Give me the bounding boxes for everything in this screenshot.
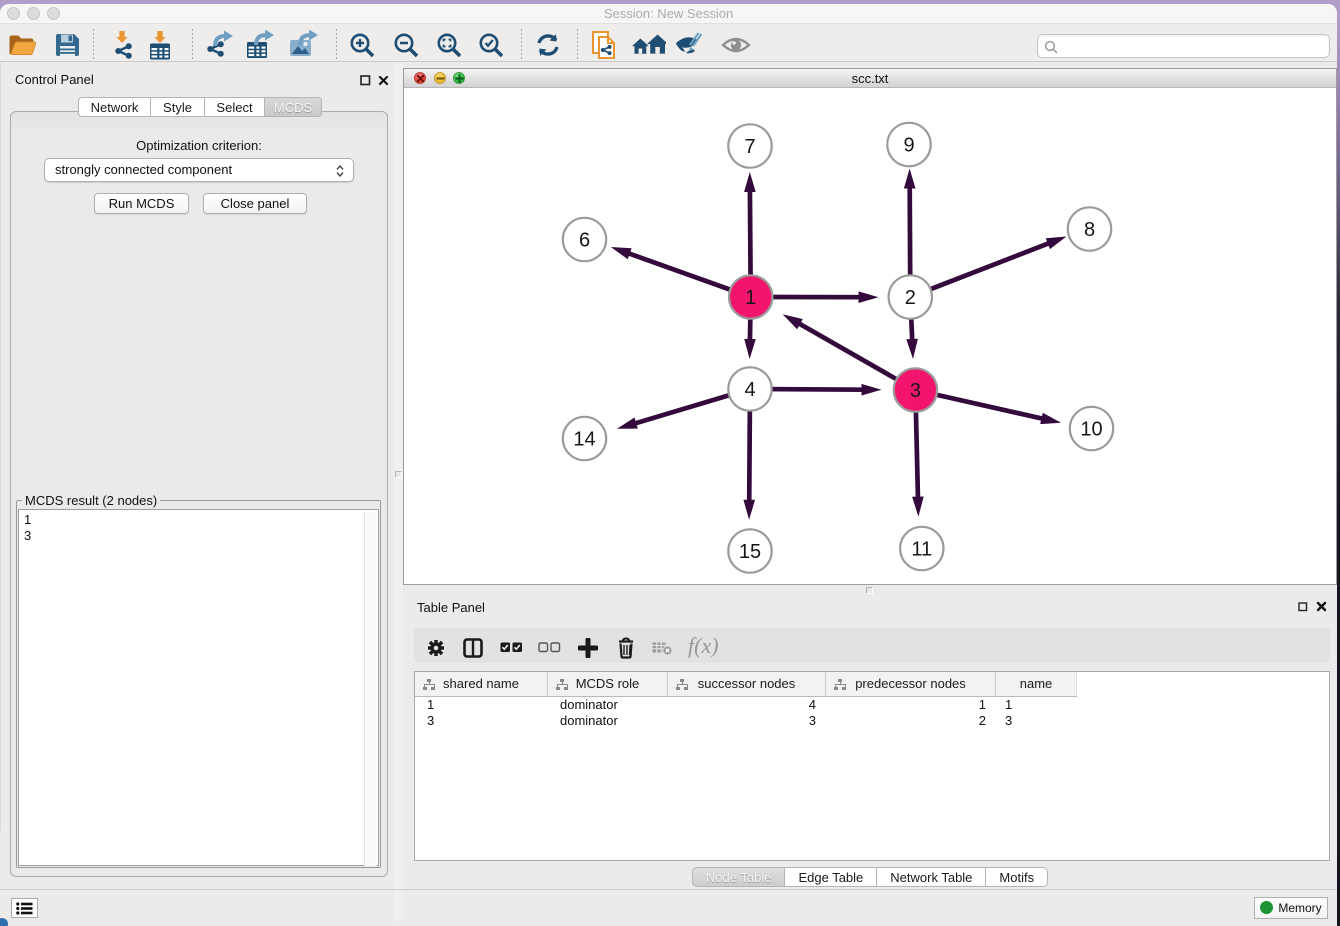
svg-text:6: 6 [579,230,590,252]
svg-text:2: 2 [905,287,916,309]
svg-text:11: 11 [911,539,932,561]
svg-text:4: 4 [744,379,755,401]
svg-text:14: 14 [573,429,595,451]
svg-text:7: 7 [744,136,755,158]
svg-text:8: 8 [1084,219,1095,241]
svg-text:10: 10 [1080,419,1102,441]
svg-text:9: 9 [903,135,914,157]
svg-text:1: 1 [745,287,756,309]
svg-text:3: 3 [910,380,921,402]
svg-text:15: 15 [739,541,761,563]
